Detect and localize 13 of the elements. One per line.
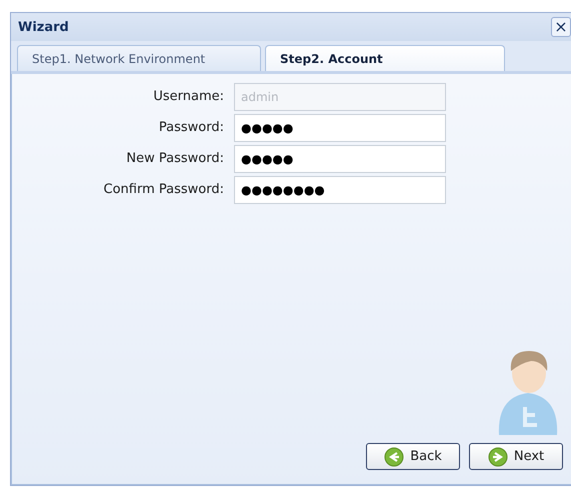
- input-field[interactable]: ●●●●●: [234, 145, 446, 173]
- field-label: Confirm Password:: [102, 181, 224, 199]
- next-button[interactable]: Next: [469, 443, 563, 470]
- field-label: New Password:: [125, 150, 224, 168]
- input-field[interactable]: ●●●●●●●●: [234, 176, 446, 204]
- window-title: Wizard: [18, 20, 69, 34]
- field-label: Password:: [158, 119, 224, 137]
- close-button[interactable]: ×: [551, 17, 571, 37]
- tab[interactable]: Step1. Network Environment: [17, 45, 261, 71]
- field-label: Username:: [152, 88, 224, 106]
- input-field[interactable]: ●●●●●: [234, 114, 446, 142]
- tab[interactable]: Step2. Account: [265, 45, 505, 71]
- back-button[interactable]: Back: [366, 443, 460, 470]
